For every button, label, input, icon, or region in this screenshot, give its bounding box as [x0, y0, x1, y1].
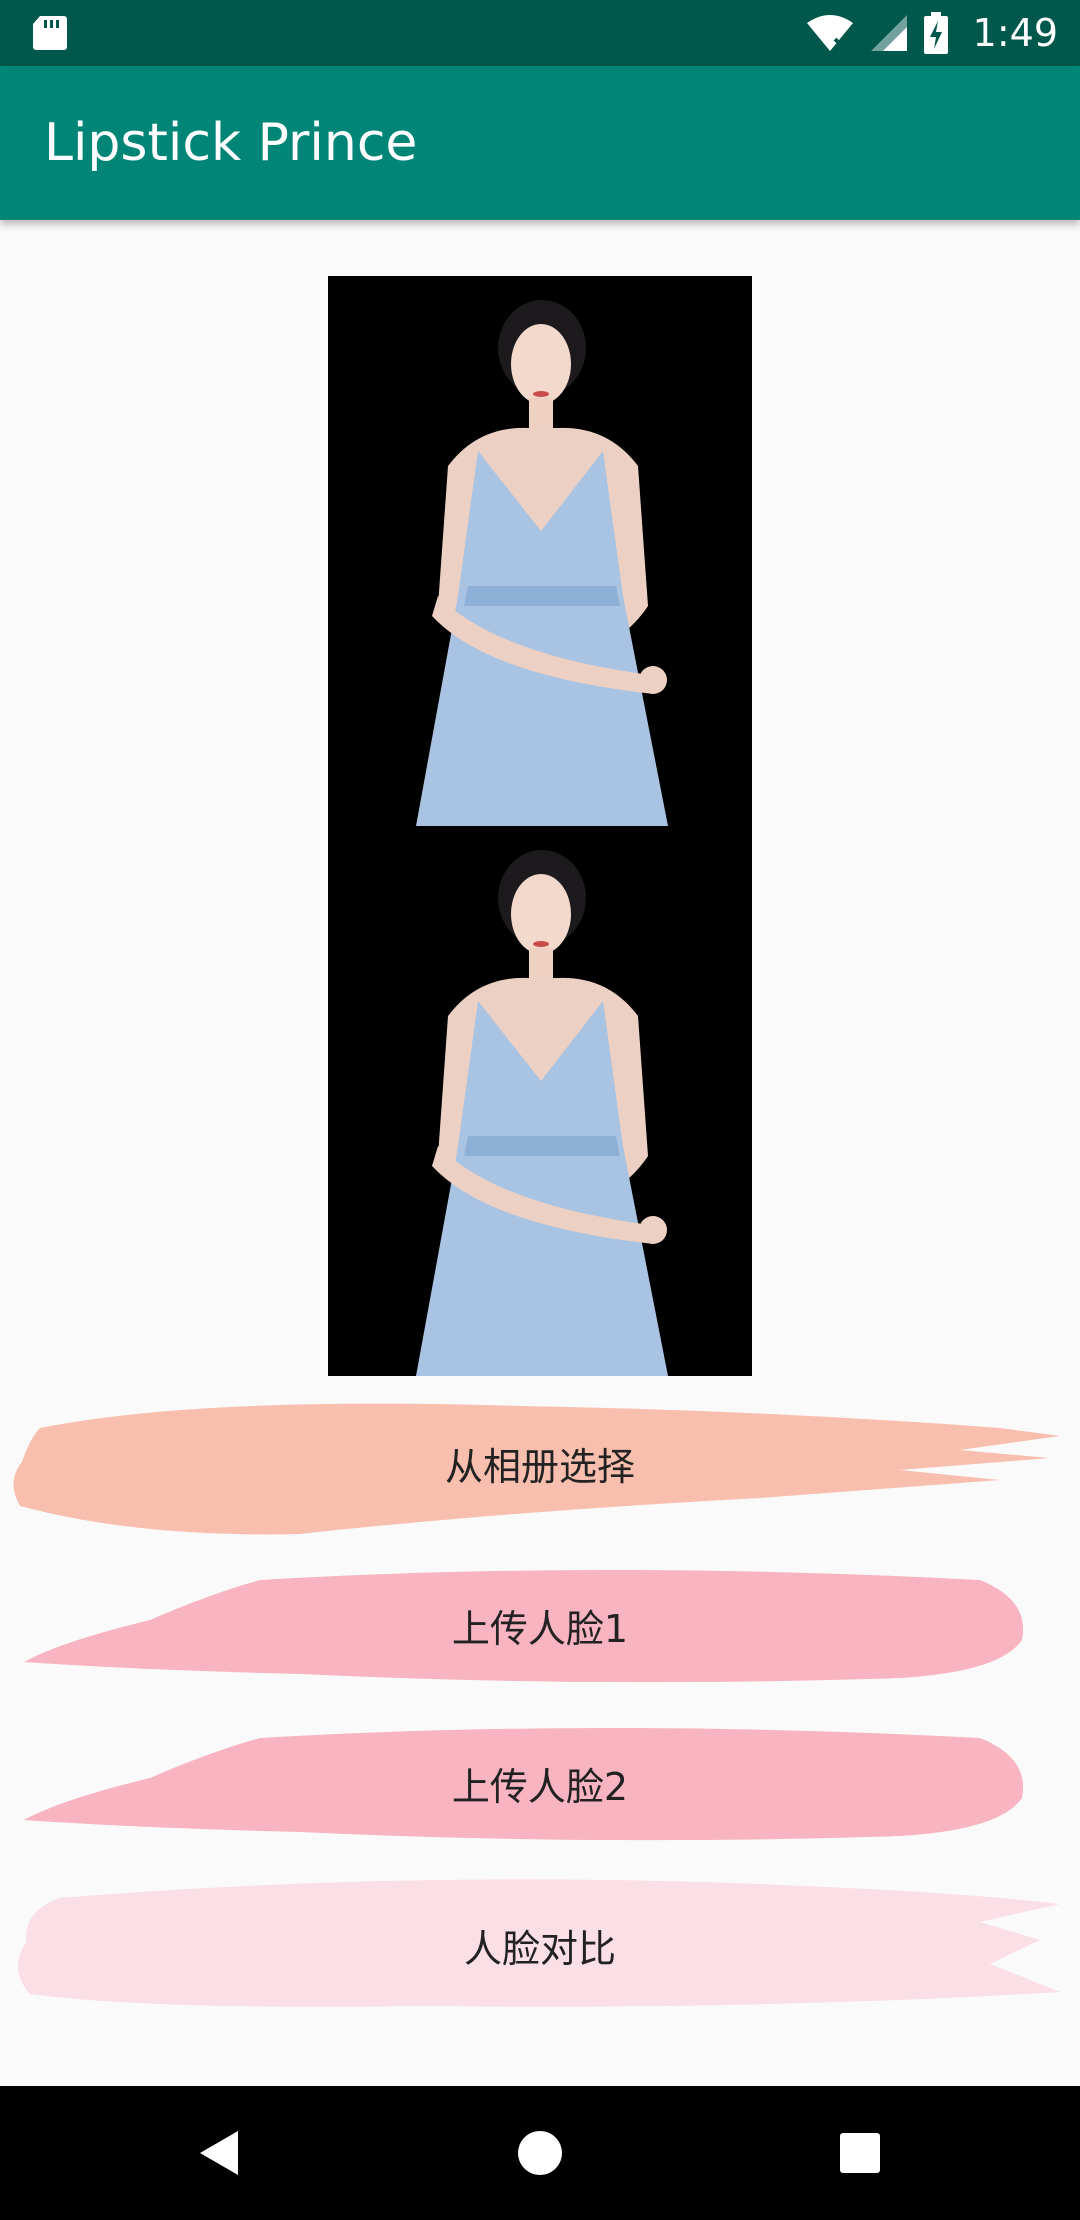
recents-icon	[840, 2133, 880, 2173]
home-icon	[518, 2131, 562, 2175]
sd-card-icon	[33, 16, 67, 50]
back-button[interactable]	[160, 2086, 280, 2220]
status-bar: 1:49	[0, 0, 1080, 66]
upload-face-1-button[interactable]: 上传人脸1	[0, 1550, 1080, 1700]
image-view	[328, 276, 752, 1376]
portrait-photo-bottom	[328, 826, 752, 1376]
upload-face-1-label: 上传人脸1	[451, 1606, 629, 1651]
back-icon	[200, 2131, 238, 2175]
home-button[interactable]	[480, 2086, 600, 2220]
upload-face-2-label: 上传人脸2	[451, 1764, 629, 1809]
choose-from-album-label: 从相册选择	[444, 1444, 635, 1489]
navigation-bar	[0, 2086, 1080, 2220]
wifi-off-icon	[806, 15, 853, 51]
portrait-photo-top	[328, 276, 752, 826]
upload-face-2-button[interactable]: 上传人脸2	[0, 1708, 1080, 1858]
app-title: Lipstick Prince	[44, 113, 418, 173]
app-bar: Lipstick Prince	[0, 66, 1080, 220]
choose-from-album-button[interactable]: 从相册选择	[0, 1388, 1080, 1538]
battery-charging-icon	[923, 12, 948, 54]
face-compare-label: 人脸对比	[463, 1926, 616, 1971]
status-time: 1:49	[972, 11, 1058, 55]
recents-button[interactable]	[800, 2086, 920, 2220]
signal-icon	[870, 15, 907, 51]
face-compare-button[interactable]: 人脸对比	[0, 1870, 1080, 2020]
